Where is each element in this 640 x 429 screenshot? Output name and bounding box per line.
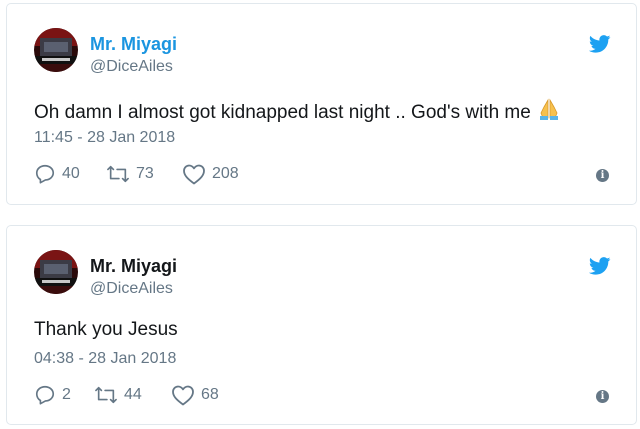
user-handle[interactable]: @DiceAiles — [90, 279, 173, 299]
like-button[interactable]: 208 — [182, 163, 239, 185]
heart-icon — [172, 385, 194, 406]
reply-count: 40 — [62, 165, 80, 182]
like-button[interactable]: 68 — [171, 384, 219, 406]
tweet-text-content: Oh damn I almost got kidnapped last nigh… — [34, 102, 531, 123]
retweet-count: 44 — [124, 386, 142, 403]
reply-icon — [35, 385, 55, 405]
twitter-bird-icon[interactable] — [589, 257, 611, 275]
display-name[interactable]: Mr. Miyagi — [90, 256, 177, 276]
reply-button[interactable]: 40 — [34, 163, 80, 185]
like-count: 68 — [201, 386, 219, 403]
display-name[interactable]: Mr. Miyagi — [90, 34, 177, 54]
retweet-button[interactable]: 44 — [94, 384, 142, 406]
user-handle[interactable]: @DiceAiles — [90, 57, 173, 77]
avatar[interactable] — [34, 250, 78, 294]
retweet-icon — [95, 386, 117, 404]
timestamp[interactable]: 04:38 - 28 Jan 2018 — [34, 349, 176, 369]
twitter-bird-icon[interactable] — [589, 35, 611, 53]
folded-hands-emoji — [537, 97, 561, 128]
info-icon[interactable]: i — [596, 390, 609, 403]
retweet-icon — [107, 165, 129, 183]
like-count: 208 — [212, 165, 239, 182]
info-icon[interactable]: i — [596, 169, 609, 182]
tweet-card: Mr. Miyagi @DiceAiles Thank you Jesus 04… — [6, 225, 637, 425]
tweet-card: Mr. Miyagi @DiceAiles Oh damn I almost g… — [6, 3, 637, 205]
tweet-text: Thank you Jesus — [34, 319, 178, 340]
reply-button[interactable]: 2 — [34, 384, 71, 406]
timestamp[interactable]: 11:45 - 28 Jan 2018 — [34, 128, 175, 148]
reply-icon — [35, 164, 55, 184]
retweet-count: 73 — [136, 165, 154, 182]
avatar[interactable] — [34, 28, 78, 72]
retweet-button[interactable]: 73 — [106, 163, 154, 185]
heart-icon — [183, 164, 205, 185]
reply-count: 2 — [62, 386, 71, 403]
tweet-text: Oh damn I almost got kidnapped last nigh… — [34, 97, 561, 128]
